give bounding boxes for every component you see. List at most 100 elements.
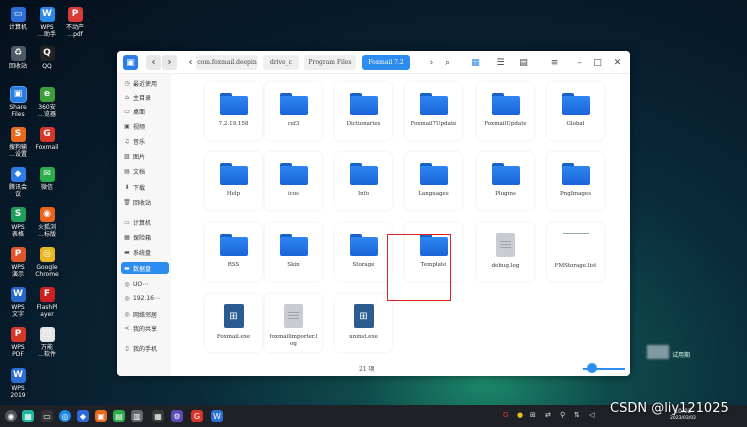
sidebar-item[interactable]: ▬ 数据盘 — [121, 262, 169, 274]
sidebar-item[interactable]: ▯ 我的手机 — [121, 342, 169, 354]
file-item[interactable]: foxmailimporter.l og — [265, 294, 322, 352]
file-item[interactable]: Info — [335, 152, 392, 210]
sidebar-item[interactable]: ▦ 保险箱 — [121, 231, 169, 243]
file-item[interactable]: ⊞ Foxmail.exe — [205, 294, 262, 352]
tray-transfer-icon[interactable]: ⇄ — [545, 411, 551, 419]
sidebar-item[interactable]: ▭ 计算机 — [121, 216, 169, 228]
sidebar-item[interactable]: ▣ 视频 — [121, 120, 169, 132]
file-item[interactable]: Dictionaries — [335, 82, 392, 140]
file-item[interactable]: icos — [265, 152, 322, 210]
list-view-icon[interactable]: ☰ — [494, 56, 507, 69]
breadcrumb-foxmail-7-2[interactable]: Foxmail 7.2 — [362, 55, 410, 70]
folder-icon — [419, 234, 448, 256]
executable-icon: ⊞ — [353, 304, 374, 328]
file-item[interactable]: 7.2.19.158 — [205, 82, 262, 140]
file-item[interactable]: Plugins — [477, 152, 534, 210]
file-item[interactable]: ⊞ uninst.exe — [335, 294, 392, 352]
desktop-icon[interactable]: F FlashPl ayer — [30, 287, 64, 318]
sidebar: ◷ 最近使用 ⌂ 主目录 ▭ 桌面 ▣ 视频 ♫ 音乐 ▨ 图片 ▤ 文档 ⬇ 下载 🗑 回收站 ▭ 计算机 ▦ 保险箱 ▬… — [117, 74, 171, 376]
zoom-slider-knob[interactable] — [587, 363, 597, 373]
sidebar-item[interactable]: ⬇ 下载 — [121, 181, 169, 193]
picture-icon: ▨ — [124, 152, 130, 160]
browser-task-icon[interactable]: ◎ — [59, 410, 71, 422]
file-item[interactable]: Skin — [265, 223, 322, 281]
desktop-icon[interactable]: e 360安 …览器 — [30, 87, 64, 118]
breadcrumb-right-arrow-icon[interactable]: › — [425, 56, 438, 69]
search-icon[interactable]: ⌕ — [441, 56, 454, 69]
multitask-icon[interactable]: ▦ — [22, 410, 34, 422]
usb-icon[interactable]: ⚲ — [560, 411, 565, 419]
sidebar-item[interactable]: ◷ 最近使用 — [121, 77, 169, 89]
icon-view-icon[interactable]: ▦ — [469, 56, 482, 69]
breadcrumb-drive-c[interactable]: drive_c — [263, 55, 299, 70]
file-item[interactable]: FMStorage.list — [547, 223, 604, 281]
desktop-icon[interactable]: G Foxmail — [30, 127, 64, 151]
file-item[interactable]: Template — [405, 223, 462, 281]
app-task-icon-4[interactable]: ▥ — [131, 410, 143, 422]
app-task-icon-2[interactable]: ▣ — [95, 410, 107, 422]
file-item[interactable]: Languages — [405, 152, 462, 210]
file-name: Foxmail7Update — [410, 121, 457, 127]
menu-icon[interactable]: ≡ — [548, 56, 561, 69]
desktop-icon[interactable]: ✉ 微信 — [30, 167, 64, 191]
tray-app-icon[interactable]: ● — [517, 411, 523, 419]
sidebar-item[interactable]: < 我的共享 — [121, 322, 169, 334]
sidebar-item[interactable]: 🗑 回收站 — [121, 196, 169, 208]
sidebar-item[interactable]: ◎ 192.16⋯ — [121, 292, 169, 304]
file-manager-task-icon[interactable]: ▭ — [41, 410, 53, 422]
sidebar-item[interactable]: ▬ 系统盘 — [121, 246, 169, 258]
forward-button[interactable]: › — [162, 55, 177, 70]
folder-icon — [279, 93, 308, 115]
folder-icon — [419, 163, 448, 185]
desktop-icon[interactable]: W WPS 2019 — [1, 368, 35, 399]
foxmail-task-icon[interactable]: G — [191, 410, 203, 422]
file-item[interactable]: Global — [547, 82, 604, 140]
desktop-icon[interactable]: ◉ 火狐浏 …标版 — [30, 207, 64, 238]
desktop-icon[interactable]: P 不动产 …pdf — [58, 7, 92, 38]
file-item[interactable]: cef3 — [265, 82, 322, 140]
file-name: Foxmail.exe — [216, 334, 251, 340]
file-item[interactable]: PngImages — [547, 152, 604, 210]
file-item[interactable]: Help — [205, 152, 262, 210]
file-name: icos — [288, 191, 299, 197]
sidebar-item[interactable]: ◎ 网络邻居 — [121, 308, 169, 320]
tray-grid-icon[interactable]: ⊞ — [530, 411, 536, 419]
app-task-icon-3[interactable]: ▤ — [113, 410, 125, 422]
sidebar-item[interactable]: ◎ UO⋯ — [121, 278, 169, 290]
desktop-icons: ▭ 计算机 W WPS …助手 P 不动产 …pdf ♻ 回收站 Q QQ ▣ Share Files… — [0, 0, 115, 405]
trial-text: 试用期 — [672, 352, 691, 359]
back-button[interactable]: ‹ — [146, 55, 161, 70]
breadcrumb-program-files[interactable]: Program Files — [304, 55, 356, 70]
settings-task-icon[interactable]: ⚙ — [171, 410, 183, 422]
sidebar-item[interactable]: ⌂ 主目录 — [121, 91, 169, 103]
tray-foxmail-icon[interactable]: G — [503, 411, 508, 419]
sidebar-item-label: UO⋯ — [133, 280, 149, 288]
sidebar-item[interactable]: ♫ 音乐 — [121, 135, 169, 147]
desktop-icon-label: FlashPl ayer — [36, 304, 58, 318]
network-icon[interactable]: ⇅ — [574, 411, 580, 419]
volume-icon[interactable]: ◁ — [589, 411, 594, 419]
desktop-icon-label: QQ — [42, 63, 52, 70]
app-task-icon-5[interactable]: ▦ — [152, 410, 164, 422]
breadcrumb-com-foxmail-deepin[interactable]: com.foxmail.deepin — [196, 55, 258, 70]
file-item[interactable]: FoxmailUpdate — [477, 82, 534, 140]
wps-task-icon[interactable]: W — [211, 410, 223, 422]
desktop-app-icon: P — [67, 7, 83, 22]
file-item[interactable]: Storage — [335, 223, 392, 281]
desktop-icon[interactable]: ◎ Google Chrome — [30, 247, 64, 278]
details-view-icon[interactable]: ▤ — [517, 56, 530, 69]
item-count: 21 项 — [359, 366, 375, 373]
app-task-icon[interactable]: ◆ — [77, 410, 89, 422]
file-item[interactable]: Foxmail7Update — [405, 82, 462, 140]
desktop-icon[interactable]: Q QQ — [30, 46, 64, 70]
file-item[interactable]: debug.log — [477, 223, 534, 281]
desktop-icon[interactable]: ◫ 万能 …软件 — [30, 327, 64, 358]
minimize-icon[interactable]: – — [573, 56, 586, 69]
file-item[interactable]: RSS — [205, 223, 262, 281]
sidebar-item[interactable]: ▤ 文档 — [121, 165, 169, 177]
launcher-icon[interactable]: ◉ — [5, 410, 17, 422]
sidebar-item[interactable]: ▨ 图片 — [121, 150, 169, 162]
close-icon[interactable]: ✕ — [611, 56, 624, 69]
sidebar-item[interactable]: ▭ 桌面 — [121, 105, 169, 117]
maximize-icon[interactable]: □ — [591, 56, 604, 69]
